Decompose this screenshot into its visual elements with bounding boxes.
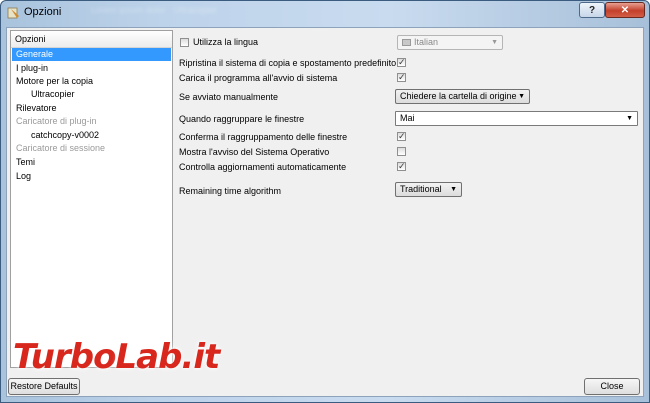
window-title: Opzioni (24, 6, 62, 18)
tree-item-detector[interactable]: Rilevatore (12, 102, 57, 115)
use-language-checkbox[interactable]: ✓ (180, 38, 189, 47)
help-button[interactable]: ? (579, 2, 605, 18)
close-button[interactable]: Close (584, 378, 640, 395)
auto-update-checkbox[interactable]: ✓ (397, 161, 406, 171)
chevron-down-icon: ▼ (491, 39, 498, 46)
language-value: Italian (414, 37, 439, 47)
app-icon (7, 7, 19, 19)
os-warning-checkbox[interactable]: ✓ (397, 147, 406, 156)
group-windows-label: Quando raggruppare le finestre (179, 114, 305, 124)
restore-defaults-button[interactable]: Restore Defaults (8, 378, 80, 395)
os-warning-label: Mostra l'avviso del Sistema Operativo (179, 147, 330, 157)
chevron-down-icon: ▼ (450, 186, 457, 193)
tree-item-generale[interactable]: Generale (12, 48, 171, 61)
manual-start-value: Chiedere la cartella di origine (400, 91, 517, 101)
watermark-text-a: Turbo (13, 337, 116, 377)
close-window-button[interactable]: ✕ (605, 2, 645, 18)
tree-item-themes[interactable]: Temi (12, 156, 35, 169)
watermark-text-b: Lab.it (115, 337, 220, 377)
title-bar[interactable]: Opzioni Lorem ipsum dolor · Ultracopier … (1, 1, 649, 25)
tree-item-plugins[interactable]: I plug-in (12, 62, 48, 75)
tree-item-catchcopy[interactable]: catchcopy-v0002 (12, 129, 99, 142)
flag-icon (402, 39, 411, 46)
group-windows-dropdown[interactable]: Mai ▼ (395, 111, 638, 126)
confirm-grouping-label: Conferma il raggruppamento delle finestr… (179, 132, 348, 142)
background-blur-text: Lorem ipsum dolor · Ultracopier (91, 5, 218, 15)
manual-start-dropdown[interactable]: Chiedere la cartella di origine ▼ (395, 89, 530, 104)
tree-header: Opzioni (11, 31, 172, 48)
language-dropdown[interactable]: Italian ▼ (397, 35, 503, 50)
options-tree[interactable]: Opzioni Generale I plug-in Motore per la… (10, 30, 173, 368)
chevron-down-icon: ▼ (626, 115, 633, 122)
tree-item-log[interactable]: Log (12, 170, 31, 183)
load-at-startup-label: Carica il programma all'avvio di sistema (179, 73, 338, 83)
check-icon: ✓ (398, 57, 406, 67)
confirm-grouping-checkbox[interactable]: ✓ (397, 131, 406, 141)
chevron-down-icon: ▼ (518, 93, 525, 100)
group-windows-value: Mai (400, 113, 415, 123)
manual-start-label: Se avviato manualmente (179, 92, 279, 102)
use-language-label: Utilizza la lingua (193, 37, 259, 47)
check-icon: ✓ (398, 131, 406, 141)
auto-update-label: Controlla aggiornamenti automaticamente (179, 162, 347, 172)
remaining-time-dropdown[interactable]: Traditional ▼ (395, 182, 462, 197)
remaining-time-value: Traditional (400, 184, 442, 194)
tree-item-session-loader[interactable]: Caricatore di sessione (12, 142, 105, 155)
tree-item-copy-engine[interactable]: Motore per la copia (12, 75, 93, 88)
turbolab-watermark: TurboLab.it (13, 337, 220, 377)
restore-default-label: Ripristina il sistema di copia e spostam… (179, 58, 397, 68)
restore-default-checkbox[interactable]: ✓ (397, 57, 406, 67)
load-at-startup-checkbox[interactable]: ✓ (397, 72, 406, 82)
tree-item-plugin-loader[interactable]: Caricatore di plug-in (12, 115, 97, 128)
check-icon: ✓ (398, 161, 406, 171)
remaining-time-label: Remaining time algorithm (179, 186, 282, 196)
check-icon: ✓ (398, 72, 406, 82)
options-window: Opzioni Lorem ipsum dolor · Ultracopier … (0, 0, 650, 403)
tree-item-ultracopier[interactable]: Ultracopier (12, 88, 75, 101)
